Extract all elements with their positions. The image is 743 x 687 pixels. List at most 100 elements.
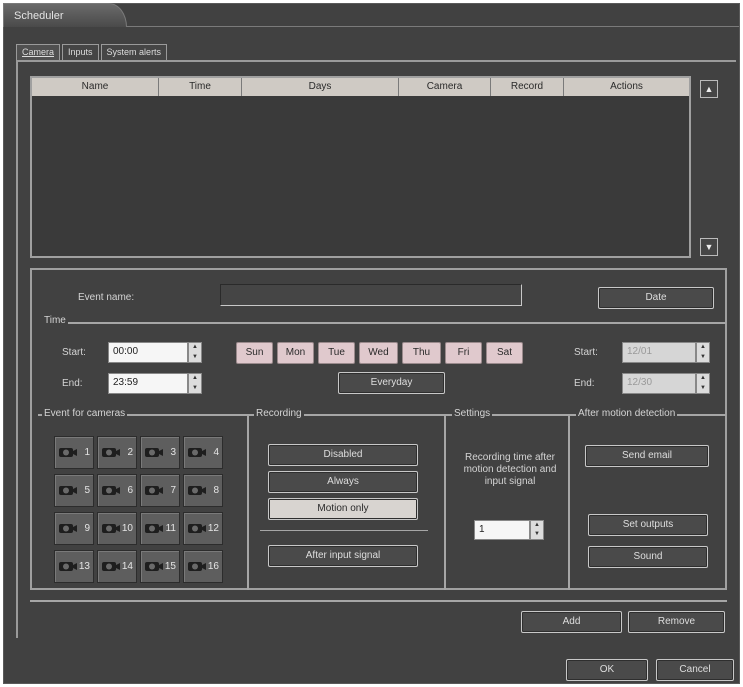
camera-number: 16: [207, 561, 219, 572]
recording-after-input-button[interactable]: After input signal: [268, 545, 418, 567]
camera-button-5[interactable]: 5: [54, 474, 94, 507]
recording-disabled-button[interactable]: Disabled: [268, 444, 418, 466]
table-header: Name Time Days Camera Record Actions: [32, 78, 689, 96]
spin-down-icon[interactable]: ▼: [697, 353, 709, 363]
spin-up-icon[interactable]: ▲: [531, 521, 543, 530]
recording-always-button[interactable]: Always: [268, 471, 418, 493]
camera-button-8[interactable]: 8: [183, 474, 223, 507]
ok-button[interactable]: OK: [566, 659, 648, 681]
camera-number: 2: [127, 447, 133, 458]
scroll-down-button[interactable]: ▼: [700, 238, 718, 256]
camera-number: 9: [84, 523, 90, 534]
camera-icon: [59, 448, 77, 457]
section-divider-3: [568, 414, 570, 590]
tab-inputs[interactable]: Inputs: [62, 44, 99, 60]
day-button-mon[interactable]: Mon: [277, 342, 314, 364]
camera-button-14[interactable]: 14: [97, 550, 137, 583]
tab-camera[interactable]: Camera: [16, 44, 61, 60]
spin-down-icon[interactable]: ▼: [189, 353, 201, 363]
schedule-table[interactable]: Name Time Days Camera Record Actions: [30, 76, 691, 258]
camera-number: 3: [170, 447, 176, 458]
camera-button-15[interactable]: 15: [140, 550, 180, 583]
date-button[interactable]: Date: [598, 287, 714, 309]
camera-number: 13: [78, 561, 90, 572]
date-start-spinner[interactable]: ▲ ▼: [696, 342, 710, 363]
spin-up-icon[interactable]: ▲: [697, 343, 709, 353]
recording-motion-only-button[interactable]: Motion only: [268, 498, 418, 520]
column-header-name[interactable]: Name: [32, 78, 159, 96]
start-time-label: Start:: [62, 347, 86, 358]
camera-button-16[interactable]: 16: [183, 550, 223, 583]
add-button[interactable]: Add: [521, 611, 622, 633]
spin-up-icon[interactable]: ▲: [189, 374, 201, 384]
spin-down-icon[interactable]: ▼: [531, 530, 543, 539]
camera-number: 6: [127, 485, 133, 496]
end-time-input[interactable]: 23:59: [108, 373, 188, 394]
camera-number: 4: [213, 447, 219, 458]
day-button-wed[interactable]: Wed: [359, 342, 398, 364]
end-time-spinner[interactable]: ▲ ▼: [188, 373, 202, 394]
title-divider: [126, 26, 739, 27]
column-header-days[interactable]: Days: [242, 78, 399, 96]
recording-group-label: Recording: [254, 408, 304, 419]
date-end-spinner[interactable]: ▲ ▼: [696, 373, 710, 394]
recording-time-input[interactable]: 1: [474, 520, 530, 540]
day-button-sat[interactable]: Sat: [486, 342, 523, 364]
date-start-label: Start:: [574, 347, 598, 358]
column-header-actions[interactable]: Actions: [564, 78, 689, 96]
camera-button-3[interactable]: 3: [140, 436, 180, 469]
camera-number: 8: [213, 485, 219, 496]
tab-divider: [16, 60, 736, 62]
camera-number: 15: [164, 561, 176, 572]
sound-button[interactable]: Sound: [588, 546, 708, 568]
spin-down-icon[interactable]: ▼: [697, 384, 709, 394]
camera-icon: [188, 562, 206, 571]
settings-group-label: Settings: [452, 408, 493, 419]
time-group-line: [58, 322, 726, 324]
set-outputs-button[interactable]: Set outputs: [588, 514, 708, 536]
camera-icon: [188, 524, 206, 533]
tab-bar: Camera Inputs System alerts: [16, 44, 169, 60]
settings-description: Recording time after motion detection an…: [463, 452, 557, 487]
camera-number: 11: [165, 523, 176, 534]
date-start-input[interactable]: 12/01: [622, 342, 696, 363]
tab-system-alerts[interactable]: System alerts: [100, 44, 168, 60]
start-time-spinner[interactable]: ▲ ▼: [188, 342, 202, 363]
cancel-button[interactable]: Cancel: [656, 659, 734, 681]
camera-icon: [59, 562, 77, 571]
column-header-time[interactable]: Time: [159, 78, 242, 96]
camera-button-6[interactable]: 6: [97, 474, 137, 507]
day-button-sun[interactable]: Sun: [236, 342, 273, 364]
day-button-tue[interactable]: Tue: [318, 342, 355, 364]
camera-icon: [188, 486, 206, 495]
camera-button-12[interactable]: 12: [183, 512, 223, 545]
start-time-input[interactable]: 00:00: [108, 342, 188, 363]
camera-button-13[interactable]: 13: [54, 550, 94, 583]
camera-button-9[interactable]: 9: [54, 512, 94, 545]
day-button-fri[interactable]: Fri: [445, 342, 482, 364]
day-button-thu[interactable]: Thu: [402, 342, 441, 364]
after-motion-group-label: After motion detection: [576, 408, 678, 419]
camera-button-10[interactable]: 10: [97, 512, 137, 545]
column-header-record[interactable]: Record: [491, 78, 564, 96]
column-header-camera[interactable]: Camera: [399, 78, 491, 96]
recording-separator: [260, 530, 428, 531]
spin-down-icon[interactable]: ▼: [189, 384, 201, 394]
date-end-label: End:: [574, 378, 595, 389]
camera-button-11[interactable]: 11: [140, 512, 180, 545]
camera-button-2[interactable]: 2: [97, 436, 137, 469]
spin-up-icon[interactable]: ▲: [189, 343, 201, 353]
send-email-button[interactable]: Send email: [585, 445, 709, 467]
spin-up-icon[interactable]: ▲: [697, 374, 709, 384]
camera-number: 10: [121, 523, 133, 534]
event-name-input[interactable]: [220, 284, 522, 306]
camera-button-4[interactable]: 4: [183, 436, 223, 469]
camera-button-1[interactable]: 1: [54, 436, 94, 469]
camera-button-7[interactable]: 7: [140, 474, 180, 507]
camera-number: 5: [84, 485, 90, 496]
date-end-input[interactable]: 12/30: [622, 373, 696, 394]
scroll-up-button[interactable]: ▲: [700, 80, 718, 98]
remove-button[interactable]: Remove: [628, 611, 725, 633]
recording-time-spinner[interactable]: ▲ ▼: [530, 520, 544, 540]
everyday-button[interactable]: Everyday: [338, 372, 445, 394]
